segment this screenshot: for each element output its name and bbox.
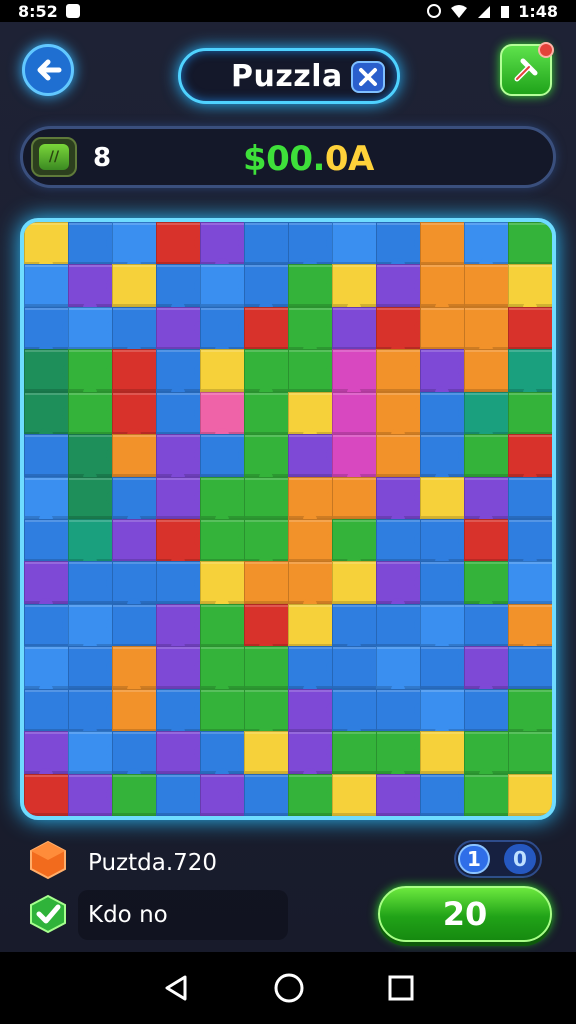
money-display-part: $00. [243, 139, 325, 179]
puzzle-piece[interactable] [508, 222, 552, 265]
puzzle-piece[interactable] [508, 646, 552, 690]
money-display: $00.0A [243, 139, 374, 179]
bottom-panel: Puztda.720 1 0 Kdo no 20 [0, 830, 576, 952]
money-display-part: 0A [324, 139, 374, 179]
status-time-right: 1:48 [518, 1, 558, 21]
wifi-icon [451, 5, 468, 18]
notification-dot [538, 42, 554, 58]
puzzle-piece[interactable] [508, 561, 552, 605]
level-icon: // [31, 137, 77, 177]
puzzle-piece[interactable] [508, 476, 552, 520]
toggle-right-button[interactable]: 0 [504, 844, 536, 874]
back-button[interactable] [22, 44, 74, 96]
cube-icon [30, 840, 66, 880]
toggle-left-button[interactable]: 1 [458, 844, 490, 874]
title-close-button[interactable] [351, 61, 385, 93]
arrow-left-icon [37, 59, 62, 81]
battery-icon [501, 6, 510, 18]
puzzle-piece[interactable] [508, 391, 552, 435]
status-right: 1:48 [426, 2, 558, 21]
notification-icon [65, 4, 80, 18]
puzzle-piece[interactable] [508, 731, 552, 775]
title-pill: Puzzla [178, 48, 400, 104]
close-icon [359, 68, 377, 86]
check-icon [30, 894, 66, 934]
status-left: 8:52 [18, 2, 80, 21]
nav-home-icon[interactable] [273, 972, 305, 1004]
puzzle-piece[interactable] [508, 306, 552, 350]
kdo-label: Kdo no [88, 902, 168, 928]
puzzle-piece[interactable] [508, 773, 552, 816]
kdo-row: Kdo no [78, 890, 288, 940]
puzzle-board[interactable] [24, 222, 552, 816]
signal-icon [478, 6, 491, 18]
sync-icon [427, 4, 442, 18]
level-badge: // [39, 144, 69, 170]
play-button[interactable]: 20 [378, 886, 552, 942]
nav-back-icon[interactable] [161, 973, 191, 1003]
nav-recents-icon[interactable] [387, 974, 415, 1002]
stat-label: Puztda.720 [88, 850, 218, 876]
status-time-left: 8:52 [18, 1, 58, 21]
puzzle-board-frame [20, 218, 556, 820]
wrench-icon [514, 58, 538, 82]
page-title: Puzzla [231, 58, 343, 94]
level-number: 8 [93, 143, 112, 173]
toggle-group: 1 0 [454, 840, 542, 878]
info-bar: // 8 $00.0A [20, 126, 556, 188]
status-bar: 8:52 1:48 [0, 0, 576, 22]
tools-button[interactable] [500, 42, 554, 96]
system-nav-bar [0, 952, 576, 1024]
